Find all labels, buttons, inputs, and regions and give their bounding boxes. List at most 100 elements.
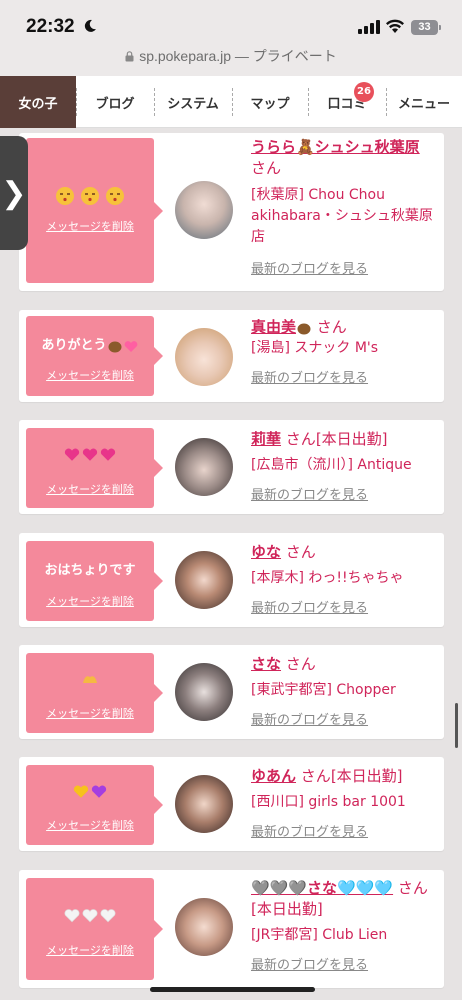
- shop-link[interactable]: [秋葉原] Chou Chou akihabara・シュシュ秋葉原店: [251, 185, 437, 248]
- nav-label: システム: [167, 96, 219, 112]
- reviews-count-badge: 26: [354, 82, 374, 102]
- latest-blog-link[interactable]: 最新のブログを見る: [251, 954, 437, 973]
- avatar[interactable]: [175, 551, 233, 609]
- avatar[interactable]: [175, 181, 233, 239]
- moon-icon: [84, 19, 96, 32]
- girl-card: ありがとう メッセージを削除 真由美 さん [湯島] スナック M's 最新のブ…: [19, 310, 444, 402]
- message-emoji: [26, 906, 154, 924]
- girl-name-link[interactable]: 🩶🩶🩶さな🩵🩵🩵: [251, 879, 393, 897]
- girl-name-link[interactable]: ゆな: [251, 543, 281, 561]
- girl-info: 真由美 さん [湯島] スナック M's 最新のブログを見る: [251, 317, 437, 386]
- message-text: おはちょりです: [44, 563, 136, 578]
- work-status: [本日出勤]: [330, 767, 403, 785]
- lock-icon: [125, 51, 134, 62]
- scrollbar[interactable]: [455, 703, 458, 748]
- nav-item-system[interactable]: システム: [154, 76, 232, 128]
- honorific: さん: [251, 159, 282, 177]
- beaver-icon: [108, 341, 121, 352]
- shop-link[interactable]: [広島市（流川）] Antique: [251, 455, 437, 476]
- pink-heart-icon: [124, 340, 137, 352]
- message-label: ありがとう: [41, 338, 107, 353]
- latest-blog-link[interactable]: 最新のブログを見る: [251, 484, 437, 503]
- shop-link[interactable]: [本厚木] わっ!!ちゃちゃ: [251, 568, 437, 589]
- url-bar[interactable]: sp.pokepara.jp — プライベート: [0, 46, 462, 76]
- message-bubble: メッセージを削除: [26, 653, 163, 733]
- girl-card: おはちょりです メッセージを削除 ゆな さん [本厚木] わっ!!ちゃちゃ 最新…: [19, 533, 444, 627]
- beaver-icon: [297, 323, 311, 334]
- girl-card: メッセージを削除 莉華 さん[本日出勤] [広島市（流川）] Antique 最…: [19, 420, 444, 514]
- message-emoji: [26, 186, 154, 206]
- delete-message-link[interactable]: メッセージを削除: [26, 218, 154, 234]
- chevron-right-icon: ❯: [1, 176, 27, 210]
- work-status: [本日出勤]: [315, 430, 388, 448]
- message-bubble: おはちょりです メッセージを削除: [26, 541, 163, 621]
- yellow-heart-icon: [73, 785, 89, 798]
- nav-label: ブログ: [95, 96, 135, 112]
- delete-message-link[interactable]: メッセージを削除: [26, 705, 154, 721]
- latest-blog-link[interactable]: 最新のブログを見る: [251, 821, 437, 840]
- avatar[interactable]: [175, 438, 233, 496]
- nav-item-girls[interactable]: 女の子: [0, 76, 76, 128]
- sparkling-heart-icon: [100, 448, 116, 461]
- privacy-label: — プライベート: [234, 48, 337, 64]
- girl-info: うらら🧸シュシュ秋葉原 さん [秋葉原] Chou Chou akihabara…: [251, 137, 437, 277]
- battery-icon: 33: [411, 20, 441, 35]
- message-bubble: メッセージを削除: [26, 138, 163, 283]
- status-bar: 22:32 33: [0, 0, 462, 46]
- nav-item-map[interactable]: マップ: [232, 76, 308, 128]
- nav-item-blog[interactable]: ブログ: [76, 76, 154, 128]
- girl-info: 莉華 さん[本日出勤] [広島市（流川）] Antique 最新のブログを見る: [251, 429, 437, 503]
- avatar[interactable]: [175, 328, 233, 386]
- honorific: さん: [300, 767, 331, 785]
- girl-name-link[interactable]: 莉華: [251, 430, 281, 448]
- avatar[interactable]: [175, 898, 233, 956]
- home-indicator[interactable]: [150, 987, 315, 992]
- girl-card: メッセージを削除 🩶🩶🩶さな🩵🩵🩵 さん [本日出勤] [JR宇都宮] Club …: [19, 870, 444, 988]
- honorific: さん: [285, 655, 316, 673]
- nav-label: 女の子: [18, 96, 58, 112]
- shop-link[interactable]: [東武宇都宮] Chopper: [251, 680, 437, 701]
- nav-item-reviews[interactable]: 口コミ 26: [308, 76, 386, 128]
- latest-blog-link[interactable]: 最新のブログを見る: [251, 597, 437, 616]
- message-emoji: [26, 445, 154, 463]
- girl-name-link[interactable]: さな: [251, 655, 281, 673]
- message-text: ありがとう: [26, 334, 154, 354]
- delete-message-link[interactable]: メッセージを削除: [26, 367, 154, 383]
- hands-heart-icon: [83, 675, 97, 683]
- message-bubble: ありがとう メッセージを削除: [26, 316, 163, 396]
- honorific: さん: [397, 879, 428, 897]
- honorific: さん: [316, 318, 347, 336]
- white-heart-icon: [64, 909, 80, 923]
- girl-name-link[interactable]: うらら🧸シュシュ秋葉原: [251, 138, 420, 156]
- delete-message-link[interactable]: メッセージを削除: [26, 817, 154, 833]
- nav-label: メニュー: [397, 96, 450, 112]
- wifi-icon: [386, 19, 404, 33]
- latest-blog-link[interactable]: 最新のブログを見る: [251, 367, 437, 386]
- nav-item-menu[interactable]: メニュー: [386, 76, 462, 128]
- girl-name-link[interactable]: ゆあん: [251, 767, 296, 785]
- drawer-toggle[interactable]: ❯: [0, 136, 28, 250]
- shop-link[interactable]: [JR宇都宮] Club Lien: [251, 925, 437, 946]
- honorific: さん: [285, 430, 316, 448]
- latest-blog-link[interactable]: 最新のブログを見る: [251, 258, 437, 277]
- avatar[interactable]: [175, 663, 233, 721]
- url-text: sp.pokepara.jp: [139, 48, 232, 64]
- delete-message-link[interactable]: メッセージを削除: [26, 942, 154, 958]
- shop-link[interactable]: [西川口] girls bar 1001: [251, 792, 437, 813]
- avatar[interactable]: [175, 775, 233, 833]
- girl-info: さな さん [東武宇都宮] Chopper 最新のブログを見る: [251, 654, 437, 728]
- shop-link[interactable]: [湯島] スナック M's: [251, 338, 437, 359]
- girl-info: 🩶🩶🩶さな🩵🩵🩵 さん [本日出勤] [JR宇都宮] Club Lien 最新のブ…: [251, 878, 437, 973]
- clock: 22:32: [26, 16, 75, 37]
- honorific: さん: [285, 543, 316, 561]
- latest-blog-link[interactable]: 最新のブログを見る: [251, 709, 437, 728]
- girl-card: メッセージを削除 ゆあん さん[本日出勤] [西川口] girls bar 10…: [19, 757, 444, 851]
- main-nav: 女の子 ブログ システム マップ 口コミ 26 メニュー: [0, 76, 462, 128]
- delete-message-link[interactable]: メッセージを削除: [26, 481, 154, 497]
- girl-card: メッセージを削除 さな さん [東武宇都宮] Chopper 最新のブログを見る: [19, 645, 444, 739]
- delete-message-link[interactable]: メッセージを削除: [26, 593, 154, 609]
- message-bubble: メッセージを削除: [26, 765, 163, 845]
- message-emoji: [26, 670, 154, 685]
- girl-name-link[interactable]: 真由美: [251, 318, 296, 336]
- white-heart-icon: [82, 909, 98, 923]
